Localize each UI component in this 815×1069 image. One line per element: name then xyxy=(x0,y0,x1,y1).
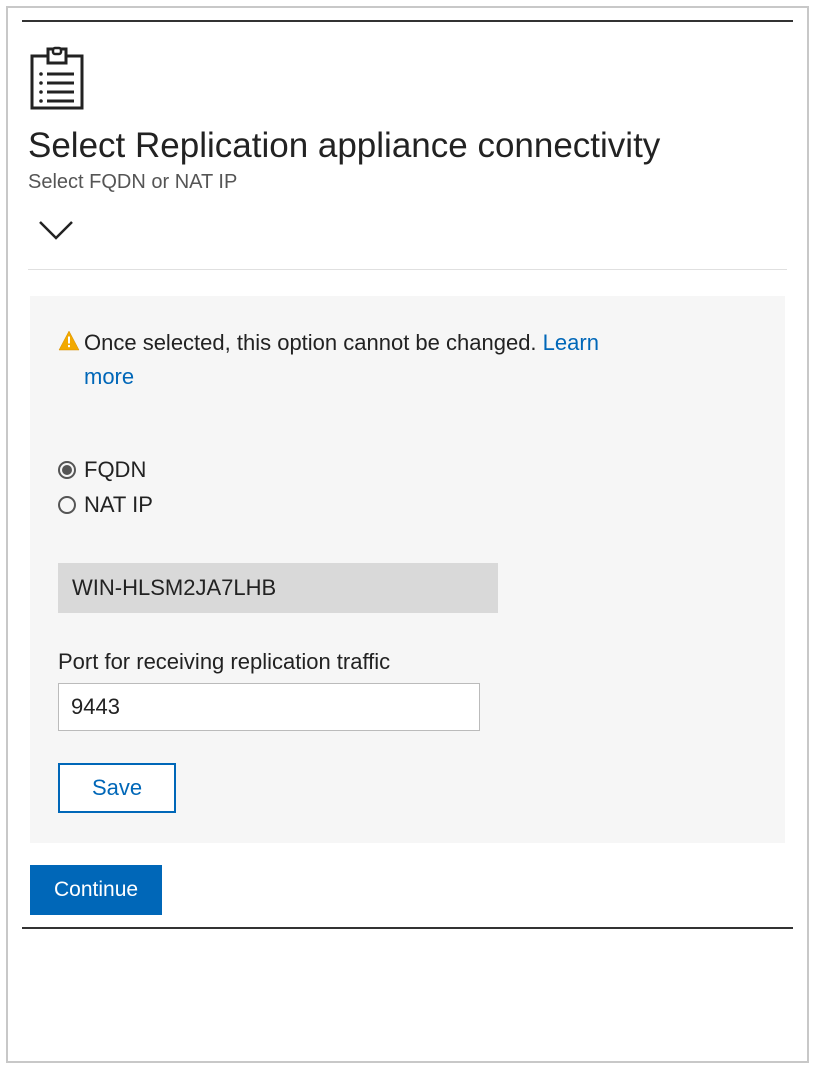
page-subtitle: Select FQDN or NAT IP xyxy=(28,171,787,194)
hostname-field: WIN-HLSM2JA7LHB xyxy=(58,563,498,613)
continue-button[interactable]: Continue xyxy=(30,865,162,915)
radio-unselected-icon xyxy=(58,496,76,514)
page-header: Select Replication appliance connectivit… xyxy=(8,22,807,204)
radio-selected-icon xyxy=(58,461,76,479)
radio-fqdn-label: FQDN xyxy=(84,452,146,487)
section-divider xyxy=(28,269,787,270)
save-button[interactable]: Save xyxy=(58,763,176,813)
config-panel: Once selected, this option cannot be cha… xyxy=(30,296,785,843)
connectivity-radio-group: FQDN NAT IP xyxy=(58,452,757,522)
radio-natip-label: NAT IP xyxy=(84,487,153,522)
radio-natip[interactable]: NAT IP xyxy=(58,487,757,522)
collapse-toggle[interactable] xyxy=(8,204,807,269)
radio-fqdn[interactable]: FQDN xyxy=(58,452,757,487)
port-label: Port for receiving replication traffic xyxy=(58,649,757,675)
port-input[interactable] xyxy=(58,683,480,731)
chevron-down-icon xyxy=(36,229,76,246)
warning-text: Once selected, this option cannot be cha… xyxy=(84,326,618,394)
page-title: Select Replication appliance connectivit… xyxy=(28,125,787,167)
clipboard-icon xyxy=(28,46,787,117)
page-container: Select Replication appliance connectivit… xyxy=(6,6,809,1063)
warning-message: Once selected, this option cannot be cha… xyxy=(84,330,543,355)
warning-icon xyxy=(58,330,80,357)
bottom-divider xyxy=(22,927,793,929)
warning-banner: Once selected, this option cannot be cha… xyxy=(58,326,618,394)
